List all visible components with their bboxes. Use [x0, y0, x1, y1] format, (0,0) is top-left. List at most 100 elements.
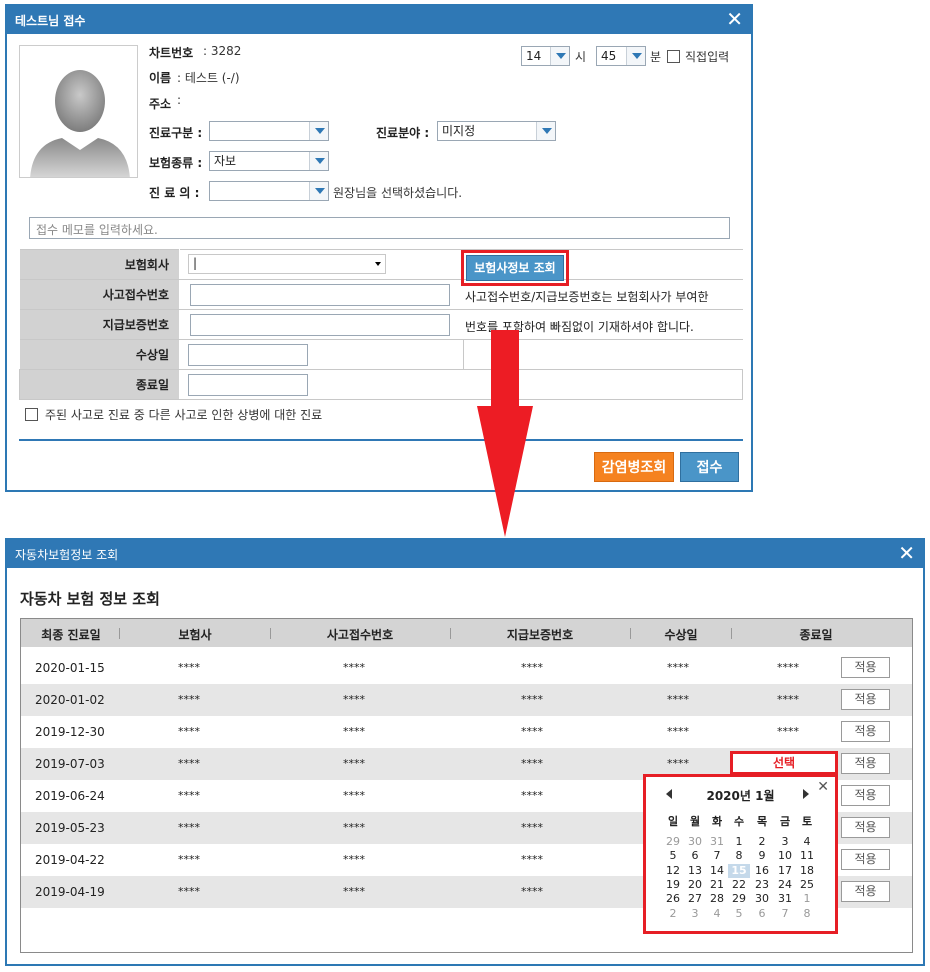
calendar-day[interactable]: 11 — [796, 849, 818, 863]
chevron-down-icon — [309, 122, 328, 140]
calendar-day[interactable]: 1 — [796, 892, 818, 906]
calendar-day[interactable]: 26 — [662, 892, 684, 906]
apply-button[interactable]: 적용 — [841, 817, 890, 838]
insurance-type-value: 자보 — [214, 154, 237, 168]
row-payment-no: **** — [521, 821, 543, 834]
row-date: 2019-07-03 — [35, 757, 105, 771]
calendar-day[interactable]: 30 — [684, 835, 706, 849]
calendar-day[interactable]: 18 — [796, 864, 818, 878]
calendar-day[interactable]: 4 — [796, 835, 818, 849]
calendar-day[interactable]: 24 — [774, 878, 796, 892]
field-select[interactable]: 미지정 — [437, 121, 556, 141]
apply-button[interactable]: 적용 — [841, 753, 890, 774]
calendar-day[interactable]: 25 — [796, 878, 818, 892]
accident-no-label: 사고접수번호 — [19, 279, 180, 310]
calendar-day[interactable]: 8 — [796, 907, 818, 921]
lookup-titlebar: 자동차보험정보 조회 ✕ — [7, 540, 923, 568]
row-date: 2019-04-22 — [35, 853, 105, 867]
table-row[interactable]: 2019-12-30 **** **** **** **** **** 적용 — [21, 716, 912, 748]
footer-divider — [19, 439, 743, 441]
row-date: 2020-01-02 — [35, 693, 105, 707]
row-insurer: **** — [178, 661, 200, 674]
row-accident-no: **** — [343, 789, 365, 802]
row-insurer: **** — [178, 821, 200, 834]
calendar-day[interactable]: 7 — [706, 849, 728, 863]
apply-button[interactable]: 적용 — [841, 881, 890, 902]
calendar-day[interactable]: 17 — [774, 864, 796, 878]
insurer-select[interactable]: | — [188, 254, 386, 274]
calendar-day[interactable]: 1 — [728, 835, 750, 849]
hour-select[interactable]: 14 — [521, 46, 570, 66]
accident-no-input[interactable] — [190, 284, 450, 306]
calendar-day[interactable]: 16 — [751, 864, 773, 878]
infection-lookup-button[interactable]: 감염병조회 — [594, 452, 674, 482]
calendar-day[interactable]: 31 — [706, 835, 728, 849]
calendar-day[interactable]: 2 — [662, 907, 684, 921]
apply-button[interactable]: 적용 — [841, 657, 890, 678]
row-payment-no: **** — [521, 693, 543, 706]
calendar-day[interactable]: 15 — [728, 863, 750, 878]
apply-button[interactable]: 적용 — [841, 849, 890, 870]
calendar-day[interactable]: 28 — [706, 892, 728, 906]
calendar-day[interactable]: 2 — [751, 835, 773, 849]
calendar-day[interactable]: 30 — [751, 892, 773, 906]
register-button[interactable]: 접수 — [680, 452, 739, 482]
table-row[interactable]: 2020-01-15 **** **** **** **** **** 적용 — [21, 652, 912, 684]
direct-input-label: 직접입력 — [685, 50, 730, 64]
calendar-day[interactable]: 20 — [684, 878, 706, 892]
apply-button[interactable]: 적용 — [841, 785, 890, 806]
calendar-day[interactable]: 5 — [728, 907, 750, 921]
calendar-day[interactable]: 3 — [684, 907, 706, 921]
calendar-day[interactable]: 29 — [662, 835, 684, 849]
calendar-day[interactable]: 12 — [662, 864, 684, 878]
minute-select[interactable]: 45 — [596, 46, 646, 66]
insurer-lookup-button[interactable]: 보험사정보 조회 — [466, 255, 564, 281]
next-month-icon[interactable] — [803, 789, 809, 799]
row-date: 2019-05-23 — [35, 821, 105, 835]
row-accident-no: **** — [343, 821, 365, 834]
apply-button[interactable]: 적용 — [841, 721, 890, 742]
calendar-day[interactable]: 23 — [751, 878, 773, 892]
calendar-day[interactable]: 14 — [706, 864, 728, 878]
close-icon[interactable]: ✕ — [817, 779, 829, 795]
calendar-day[interactable]: 4 — [706, 907, 728, 921]
calendar-day[interactable]: 5 — [662, 849, 684, 863]
calendar-day[interactable]: 8 — [728, 849, 750, 863]
column-separator — [630, 628, 631, 639]
close-icon[interactable]: ✕ — [898, 542, 915, 564]
row-payment-no: **** — [521, 853, 543, 866]
hour-unit: 시 — [575, 50, 587, 64]
calendar-day[interactable]: 9 — [751, 849, 773, 863]
row-insurer: **** — [178, 853, 200, 866]
calendar-day[interactable]: 31 — [774, 892, 796, 906]
calendar-day[interactable]: 19 — [662, 878, 684, 892]
insurance-type-select[interactable]: 자보 — [209, 151, 329, 171]
calendar-day[interactable]: 10 — [774, 849, 796, 863]
row-accident-no: **** — [343, 693, 365, 706]
calendar-day[interactable]: 3 — [774, 835, 796, 849]
calendar-day[interactable]: 22 — [728, 878, 750, 892]
memo-input[interactable]: 접수 메모를 입력하세요. — [29, 217, 730, 239]
apply-button[interactable]: 적용 — [841, 689, 890, 710]
category-select[interactable] — [209, 121, 329, 141]
end-date-input[interactable] — [188, 374, 308, 396]
direct-input-checkbox[interactable] — [667, 50, 680, 63]
other-accident-checkbox[interactable] — [25, 408, 38, 421]
calendar-day[interactable]: 27 — [684, 892, 706, 906]
injury-date-input[interactable] — [188, 344, 308, 366]
hour-value: 14 — [526, 49, 542, 63]
column-separator — [119, 628, 120, 639]
table-row[interactable]: 2020-01-02 **** **** **** **** **** 적용 — [21, 684, 912, 716]
other-accident-label: 주된 사고로 진료 중 다른 사고로 인한 상병에 대한 진료 — [45, 408, 323, 422]
doctor-select[interactable] — [209, 181, 329, 201]
payment-no-input[interactable] — [190, 314, 450, 336]
calendar-day[interactable]: 6 — [751, 907, 773, 921]
calendar-day[interactable]: 29 — [728, 892, 750, 906]
calendar-day[interactable]: 13 — [684, 864, 706, 878]
calendar-day[interactable]: 7 — [774, 907, 796, 921]
calendar-day[interactable]: 21 — [706, 878, 728, 892]
row-injury-date: **** — [667, 757, 689, 770]
close-icon[interactable]: ✕ — [726, 8, 743, 30]
end-date-select-field[interactable]: 선택 — [730, 751, 838, 775]
calendar-day[interactable]: 6 — [684, 849, 706, 863]
